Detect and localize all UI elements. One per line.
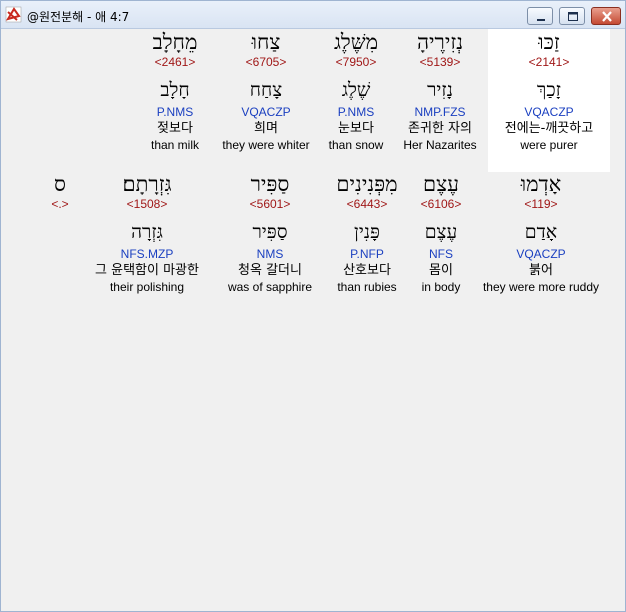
- word-cell[interactable]: אָדְמוּ <119> אָדַם VQACZP 붉어 they were …: [470, 171, 612, 294]
- strong-number[interactable]: <6705>: [214, 55, 318, 70]
- english-gloss: than rubies: [337, 280, 397, 294]
- word-cell[interactable]: זַכּוּ <2141> זָכַךְ VQACZP 전에는-깨끗하고 wer…: [488, 29, 610, 172]
- lemma: זָכַךְ: [537, 79, 561, 101]
- maximize-button[interactable]: [559, 7, 585, 25]
- english-gloss: they were more ruddy: [482, 280, 600, 294]
- app-icon[interactable]: [5, 6, 22, 23]
- lemma: שֶׁלֶג: [341, 79, 371, 101]
- strong-number[interactable]: <2141>: [488, 55, 610, 70]
- morphology: NFS: [429, 247, 453, 261]
- korean-gloss: 몸이: [429, 263, 453, 278]
- morphology: P.NMS: [156, 105, 194, 119]
- morphology: NMS: [256, 247, 284, 261]
- word-cell[interactable]: מִפְּנִינִים <6443> פָּנִין P.NFP 산호보다 t…: [322, 171, 412, 294]
- korean-gloss: 전에는-깨끗하고: [504, 121, 594, 136]
- morphology: P.NMS: [337, 105, 375, 119]
- hebrew-word: גִּזְרָתָם׃: [122, 172, 172, 196]
- korean-gloss: 청옥 갈더니: [238, 263, 302, 278]
- lemma: צָחַח: [249, 79, 283, 101]
- morphology: P.NFP: [350, 247, 384, 261]
- korean-gloss: 젖보다: [157, 121, 193, 136]
- strong-number[interactable]: <6106>: [406, 197, 476, 212]
- close-button[interactable]: [591, 7, 621, 25]
- hebrew-word: מֵחָלָב: [152, 30, 198, 54]
- english-gloss: in body: [421, 280, 461, 294]
- korean-gloss: 눈보다: [338, 121, 374, 136]
- strong-number[interactable]: <6443>: [322, 197, 412, 212]
- hebrew-word: ס: [54, 172, 66, 196]
- window-title: @원전분해 - 애 4:7: [27, 10, 130, 24]
- minimize-button[interactable]: [527, 7, 553, 25]
- korean-gloss: 산호보다: [343, 263, 391, 278]
- morphology: VQACZP: [516, 247, 566, 261]
- strong-number[interactable]: <119>: [470, 197, 612, 212]
- word-cell[interactable]: גִּזְרָתָם׃ <1508> גִּזְרָה NFS.MZP 그 윤택…: [78, 171, 216, 294]
- hebrew-word: מִשֶּׁלֶג: [333, 30, 379, 54]
- korean-gloss: 희며: [254, 121, 278, 136]
- word-cell[interactable]: סַפִּיר <5601> סַפִּיר NMS 청옥 갈더니 was of…: [220, 171, 320, 294]
- korean-gloss: 그 윤택함이 마광한: [95, 263, 199, 278]
- hebrew-word: עֶצֶם: [423, 172, 459, 196]
- hebrew-word: אָדְמוּ: [520, 172, 562, 196]
- lemma: אָדַם: [524, 221, 558, 243]
- word-cell[interactable]: עֶצֶם <6106> עֶצֶם NFS 몸이 in body: [406, 171, 476, 294]
- english-gloss: they were whiter: [222, 138, 310, 152]
- title-bar[interactable]: @원전분해 - 애 4:7: [1, 1, 625, 29]
- strong-number[interactable]: <.>: [40, 197, 80, 212]
- english-gloss: were purer: [520, 138, 578, 152]
- hebrew-word: זַכּוּ: [538, 30, 560, 54]
- lemma: גִּזְרָה: [131, 221, 163, 243]
- strong-number[interactable]: <2461>: [134, 55, 216, 70]
- hebrew-word: מִפְּנִינִים: [336, 172, 398, 196]
- word-cell[interactable]: ס <.>: [40, 171, 80, 212]
- english-gloss: than snow: [328, 138, 384, 152]
- morphology: VQACZP: [241, 105, 291, 119]
- word-cell[interactable]: מִשֶּׁלֶג <7950> שֶׁלֶג P.NMS 눈보다 than s…: [306, 29, 406, 152]
- lemma: עֶצֶם: [424, 221, 458, 243]
- english-gloss: was of sapphire: [227, 280, 313, 294]
- minimize-icon: [537, 19, 545, 21]
- english-gloss: their polishing: [109, 280, 185, 294]
- lemma: פָּנִין: [354, 221, 380, 243]
- interlinear-view: זַכּוּ <2141> זָכַךְ VQACZP 전에는-깨끗하고 wer…: [4, 29, 622, 609]
- word-cell[interactable]: מֵחָלָב <2461> חָלָב P.NMS 젖보다 than milk: [134, 29, 216, 152]
- morphology: NFS.MZP: [120, 247, 174, 261]
- strong-number[interactable]: <5601>: [220, 197, 320, 212]
- lemma: חָלָב: [160, 79, 190, 101]
- strong-number[interactable]: <1508>: [78, 197, 216, 212]
- korean-gloss: 붉어: [529, 263, 553, 278]
- morphology: VQACZP: [524, 105, 574, 119]
- word-cell[interactable]: צַחוּ <6705> צָחַח VQACZP 희며 they were w…: [214, 29, 318, 152]
- hebrew-word: סַפִּיר: [250, 172, 290, 196]
- hebrew-word: צַחוּ: [251, 30, 281, 54]
- close-icon: [602, 11, 612, 22]
- maximize-icon: [568, 12, 578, 21]
- strong-number[interactable]: <7950>: [306, 55, 406, 70]
- lemma: סַפִּיר: [252, 221, 288, 243]
- app-window: @원전분해 - 애 4:7 זַכּוּ <2141> זָכַךְ VQACZ…: [0, 0, 626, 612]
- english-gloss: than milk: [150, 138, 200, 152]
